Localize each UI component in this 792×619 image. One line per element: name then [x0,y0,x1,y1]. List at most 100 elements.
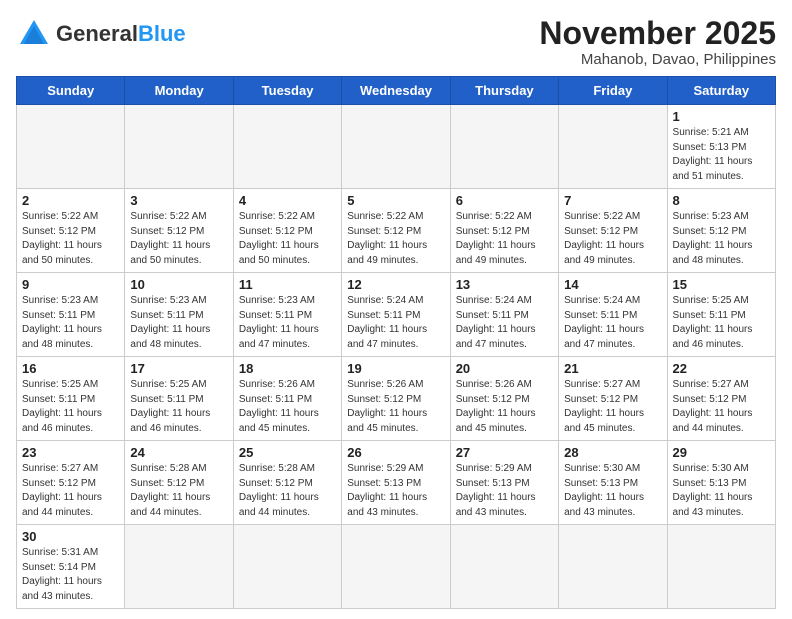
calendar-week-6: 30 Sunrise: 5:31 AM Sunset: 5:14 PM Dayli… [17,525,776,609]
calendar-cell [233,525,341,609]
day-number: 12 [347,277,444,292]
calendar-cell: 8 Sunrise: 5:23 AM Sunset: 5:12 PM Daylig… [667,189,775,273]
calendar-cell: 9Sunrise: 5:23 AM Sunset: 5:11 PM Daylig… [17,273,125,357]
page: GeneralBlue November 2025 Mahanob, Davao… [0,0,792,619]
month-title: November 2025 [539,16,776,51]
calendar-cell: 26Sunrise: 5:29 AM Sunset: 5:13 PM Dayli… [342,441,450,525]
calendar-cell: 20 Sunrise: 5:26 AM Sunset: 5:12 PM Dayli… [450,357,558,441]
day-info: Sunrise: 5:29 AM Sunset: 5:13 PM Dayligh… [456,462,553,520]
calendar-cell: 18Sunrise: 5:26 AM Sunset: 5:11 PM Dayli… [233,357,341,441]
day-info: Sunrise: 5:22 AM Sunset: 5:12 PM Dayligh… [564,210,661,268]
calendar-cell: 11Sunrise: 5:23 AM Sunset: 5:11 PM Dayli… [233,273,341,357]
calendar-week-5: 23Sunrise: 5:27 AM Sunset: 5:12 PM Dayli… [17,441,776,525]
title-block: November 2025 Mahanob, Davao, Philippine… [539,16,776,68]
day-info: Sunrise: 5:21 AM Sunset: 5:13 PM Dayligh… [673,126,770,184]
day-info: Sunrise: 5:27 AM Sunset: 5:12 PM Dayligh… [564,378,661,436]
day-info: Sunrise: 5:24 AM Sunset: 5:11 PM Dayligh… [456,294,553,352]
calendar-week-3: 9Sunrise: 5:23 AM Sunset: 5:11 PM Daylig… [17,273,776,357]
day-info: Sunrise: 5:31 AM Sunset: 5:14 PM Dayligh… [22,546,119,604]
calendar-cell [342,105,450,189]
calendar-cell: 1 Sunrise: 5:21 AM Sunset: 5:13 PM Daylig… [667,105,775,189]
day-info: Sunrise: 5:22 AM Sunset: 5:12 PM Dayligh… [347,210,444,268]
calendar-header-row: SundayMondayTuesdayWednesdayThursdayFrid… [17,77,776,105]
day-info: Sunrise: 5:23 AM Sunset: 5:12 PM Dayligh… [673,210,770,268]
day-of-week-saturday: Saturday [667,77,775,105]
calendar-cell [233,105,341,189]
calendar-cell: 14Sunrise: 5:24 AM Sunset: 5:11 PM Dayli… [559,273,667,357]
calendar-cell: 27 Sunrise: 5:29 AM Sunset: 5:13 PM Dayli… [450,441,558,525]
day-number: 13 [456,277,553,292]
day-number: 3 [130,193,227,208]
day-number: 27 [456,445,553,460]
calendar-cell [125,525,233,609]
day-of-week-thursday: Thursday [450,77,558,105]
day-number: 30 [22,529,119,544]
calendar-cell: 22Sunrise: 5:27 AM Sunset: 5:12 PM Dayli… [667,357,775,441]
day-number: 29 [673,445,770,460]
calendar-week-2: 2 Sunrise: 5:22 AM Sunset: 5:12 PM Daylig… [17,189,776,273]
day-of-week-tuesday: Tuesday [233,77,341,105]
day-of-week-friday: Friday [559,77,667,105]
day-info: Sunrise: 5:23 AM Sunset: 5:11 PM Dayligh… [130,294,227,352]
calendar-cell: 5 Sunrise: 5:22 AM Sunset: 5:12 PM Daylig… [342,189,450,273]
logo-text: GeneralBlue [56,23,186,45]
calendar-cell: 13 Sunrise: 5:24 AM Sunset: 5:11 PM Dayli… [450,273,558,357]
day-number: 24 [130,445,227,460]
day-info: Sunrise: 5:28 AM Sunset: 5:12 PM Dayligh… [239,462,336,520]
day-number: 17 [130,361,227,376]
calendar-cell: 15Sunrise: 5:25 AM Sunset: 5:11 PM Dayli… [667,273,775,357]
day-info: Sunrise: 5:22 AM Sunset: 5:12 PM Dayligh… [130,210,227,268]
day-number: 6 [456,193,553,208]
day-info: Sunrise: 5:28 AM Sunset: 5:12 PM Dayligh… [130,462,227,520]
calendar-week-1: 1 Sunrise: 5:21 AM Sunset: 5:13 PM Daylig… [17,105,776,189]
calendar-cell: 30 Sunrise: 5:31 AM Sunset: 5:14 PM Dayli… [17,525,125,609]
calendar-cell [17,105,125,189]
calendar-cell: 12 Sunrise: 5:24 AM Sunset: 5:11 PM Dayli… [342,273,450,357]
day-number: 7 [564,193,661,208]
calendar-cell: 4 Sunrise: 5:22 AM Sunset: 5:12 PM Daylig… [233,189,341,273]
day-info: Sunrise: 5:23 AM Sunset: 5:11 PM Dayligh… [22,294,119,352]
day-number: 22 [673,361,770,376]
day-info: Sunrise: 5:26 AM Sunset: 5:12 PM Dayligh… [456,378,553,436]
day-info: Sunrise: 5:26 AM Sunset: 5:12 PM Dayligh… [347,378,444,436]
calendar-cell [559,105,667,189]
day-number: 4 [239,193,336,208]
calendar-cell: 23Sunrise: 5:27 AM Sunset: 5:12 PM Dayli… [17,441,125,525]
day-number: 10 [130,277,227,292]
day-number: 26 [347,445,444,460]
day-info: Sunrise: 5:24 AM Sunset: 5:11 PM Dayligh… [564,294,661,352]
calendar-cell [450,105,558,189]
calendar-cell: 25 Sunrise: 5:28 AM Sunset: 5:12 PM Dayli… [233,441,341,525]
day-info: Sunrise: 5:27 AM Sunset: 5:12 PM Dayligh… [22,462,119,520]
day-number: 1 [673,109,770,124]
calendar-cell: 28Sunrise: 5:30 AM Sunset: 5:13 PM Dayli… [559,441,667,525]
day-number: 20 [456,361,553,376]
calendar-cell: 17 Sunrise: 5:25 AM Sunset: 5:11 PM Dayli… [125,357,233,441]
calendar-cell: 19Sunrise: 5:26 AM Sunset: 5:12 PM Dayli… [342,357,450,441]
calendar-week-4: 16 Sunrise: 5:25 AM Sunset: 5:11 PM Dayli… [17,357,776,441]
day-info: Sunrise: 5:22 AM Sunset: 5:12 PM Dayligh… [239,210,336,268]
calendar-cell [559,525,667,609]
calendar-cell [667,525,775,609]
day-info: Sunrise: 5:25 AM Sunset: 5:11 PM Dayligh… [22,378,119,436]
day-info: Sunrise: 5:22 AM Sunset: 5:12 PM Dayligh… [22,210,119,268]
day-info: Sunrise: 5:25 AM Sunset: 5:11 PM Dayligh… [130,378,227,436]
calendar-cell: 10 Sunrise: 5:23 AM Sunset: 5:11 PM Dayli… [125,273,233,357]
calendar-cell: 3 Sunrise: 5:22 AM Sunset: 5:12 PM Daylig… [125,189,233,273]
logo-icon [16,16,52,52]
calendar-cell: 21Sunrise: 5:27 AM Sunset: 5:12 PM Dayli… [559,357,667,441]
calendar-cell: 7 Sunrise: 5:22 AM Sunset: 5:12 PM Daylig… [559,189,667,273]
day-info: Sunrise: 5:30 AM Sunset: 5:13 PM Dayligh… [673,462,770,520]
day-info: Sunrise: 5:24 AM Sunset: 5:11 PM Dayligh… [347,294,444,352]
day-of-week-monday: Monday [125,77,233,105]
calendar-cell [125,105,233,189]
day-of-week-wednesday: Wednesday [342,77,450,105]
day-number: 16 [22,361,119,376]
logo: GeneralBlue [16,16,186,52]
day-number: 8 [673,193,770,208]
day-info: Sunrise: 5:23 AM Sunset: 5:11 PM Dayligh… [239,294,336,352]
location-subtitle: Mahanob, Davao, Philippines [539,51,776,68]
day-number: 5 [347,193,444,208]
day-number: 25 [239,445,336,460]
day-number: 2 [22,193,119,208]
